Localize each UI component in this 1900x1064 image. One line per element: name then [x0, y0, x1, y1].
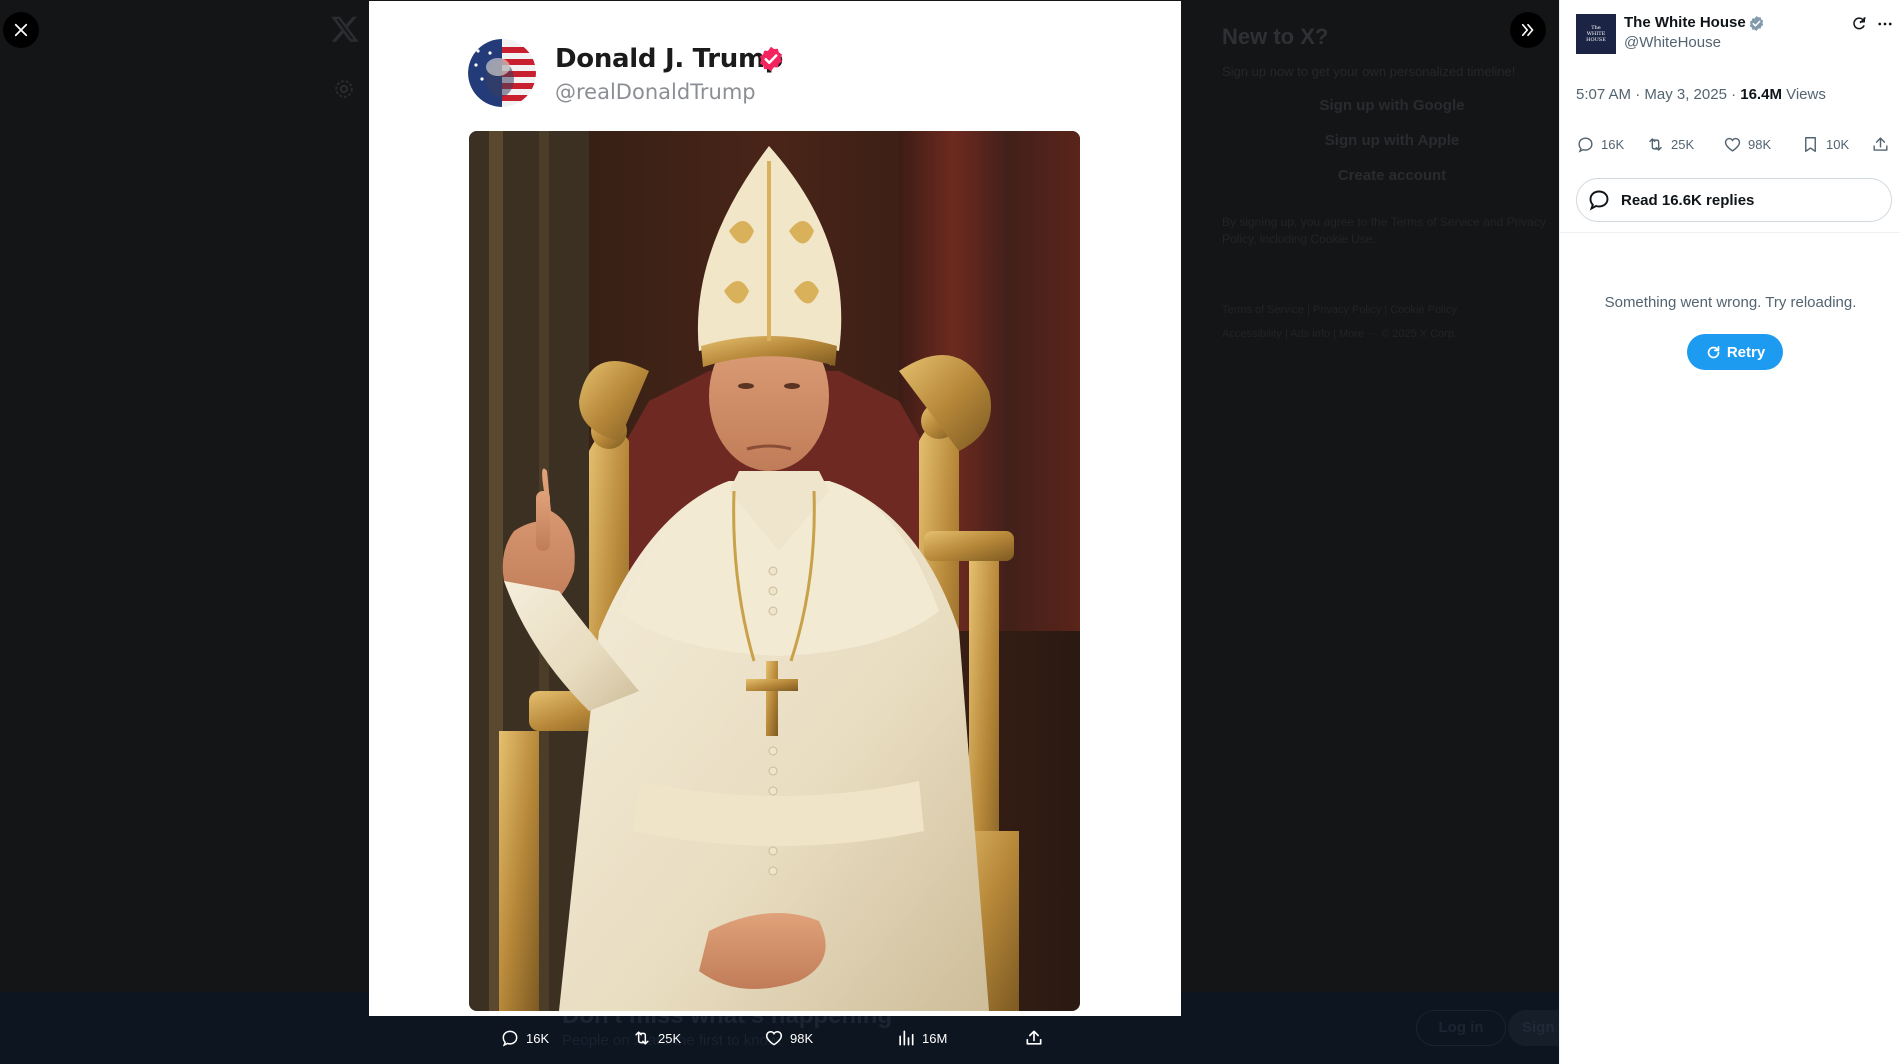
pope-photo — [469, 131, 1080, 1011]
media-repost-count: 25K — [658, 1030, 682, 1046]
background-signup-panel: New to X? Sign up now to get your own pe… — [1222, 24, 1559, 346]
post-action-bar: 16K 25K 98K 10K — [1576, 135, 1892, 157]
bookmark-button[interactable]: 10K — [1801, 135, 1849, 154]
like-count: 98K — [1748, 137, 1772, 152]
media-viewer: New to X? Sign up now to get your own pe… — [0, 0, 1559, 1064]
post-author-name[interactable]: The White House — [1624, 14, 1746, 31]
close-icon — [14, 23, 28, 37]
bookmark-count: 10K — [1826, 137, 1850, 152]
gear-icon — [335, 80, 353, 98]
white-house-avatar[interactable]: The WHITE HOUSE — [1576, 14, 1616, 54]
error-message: Something went wrong. Try reloading. — [1604, 294, 1857, 311]
reply-count: 16K — [1601, 137, 1625, 152]
app-root: New to X? Sign up now to get your own pe… — [0, 0, 1900, 1064]
retry-label: Retry — [1726, 343, 1766, 361]
banner-login-button: Log in — [1416, 1010, 1506, 1046]
bookmark-icon — [1805, 137, 1816, 152]
like-icon — [1724, 137, 1741, 152]
reply-icon — [502, 1030, 518, 1047]
google-signup-button: Sign up with Google — [1319, 97, 1465, 114]
panel-divider — [1560, 232, 1900, 233]
toggle-side-panel-button[interactable] — [1510, 12, 1546, 48]
like-button[interactable]: 98K — [1723, 135, 1771, 154]
replies-bubble-icon — [1589, 190, 1609, 211]
post-detail-panel: The WHITE HOUSE The White House @WhiteHo… — [1559, 0, 1900, 1064]
create-account-button: Create account — [1337, 167, 1447, 184]
reply-button[interactable]: 16K — [1576, 135, 1624, 154]
retry-icon — [1707, 345, 1720, 358]
share-icon — [1873, 137, 1888, 151]
read-replies-button[interactable]: Read 16.6K replies — [1576, 178, 1892, 222]
media-like-button[interactable]: 98K — [764, 1028, 813, 1048]
more-icon[interactable] — [1875, 15, 1895, 33]
media-author-handle: @realDonaldTrump — [555, 80, 756, 104]
media-reply-count: 16K — [526, 1030, 550, 1046]
share-icon — [1026, 1030, 1042, 1045]
grok-icon[interactable] — [1850, 15, 1868, 33]
signup-legal-text: By signing up, you agree to the Terms of… — [1222, 215, 1546, 246]
like-icon — [765, 1030, 783, 1046]
retry-button[interactable]: Retry — [1687, 334, 1783, 370]
media-views-count: 16M — [922, 1030, 948, 1046]
media-reply-button[interactable]: 16K — [500, 1028, 549, 1048]
post-views-label: Views — [1781, 86, 1826, 103]
footer-links-row-1: Terms of Service | Privacy Policy | Cook… — [1222, 304, 1457, 316]
views-icon — [899, 1030, 914, 1046]
media-author-name: Donald J. Trump — [555, 44, 784, 74]
x-logo-icon — [331, 16, 359, 42]
repost-icon — [635, 1031, 649, 1045]
logo-line-3: HOUSE — [1586, 37, 1606, 43]
banner-signup-button: Sign up — [1508, 1010, 1559, 1046]
media-repost-button[interactable]: 25K — [632, 1028, 681, 1048]
media-views-button[interactable]: 16M — [896, 1028, 947, 1048]
media-share-button[interactable] — [1024, 1028, 1044, 1048]
close-button[interactable] — [3, 12, 39, 48]
verified-badge-icon — [1749, 16, 1764, 31]
post-timestamp[interactable]: 5:07 AM · May 3, 2025 · — [1576, 86, 1740, 103]
media-image-card[interactable]: Donald J. Trump @realDonaldTrump — [369, 1, 1181, 1016]
repost-icon — [1649, 138, 1662, 151]
post-meta: 5:07 AM · May 3, 2025 · 16.4M Views — [1576, 86, 1826, 103]
post-author-handle[interactable]: @WhiteHouse — [1624, 34, 1721, 51]
footer-links-row-2: Accessibility | Ads info | More ··· © 20… — [1222, 328, 1458, 340]
repost-button[interactable]: 25K — [1646, 135, 1694, 154]
media-like-count: 98K — [790, 1030, 814, 1046]
reply-icon — [1578, 137, 1593, 153]
repost-count: 25K — [1671, 137, 1695, 152]
signup-subtitle: Sign up now to get your own personalized… — [1222, 64, 1516, 79]
trump-avatar — [468, 39, 536, 107]
read-replies-label: Read 16.6K replies — [1621, 191, 1755, 209]
verified-badge-icon — [760, 46, 782, 72]
signup-title: New to X? — [1222, 24, 1329, 49]
post-views-count: 16.4M — [1740, 86, 1782, 103]
expand-panel-icon — [1521, 23, 1534, 37]
share-button[interactable] — [1871, 135, 1890, 154]
apple-signup-button: Sign up with Apple — [1324, 132, 1460, 149]
